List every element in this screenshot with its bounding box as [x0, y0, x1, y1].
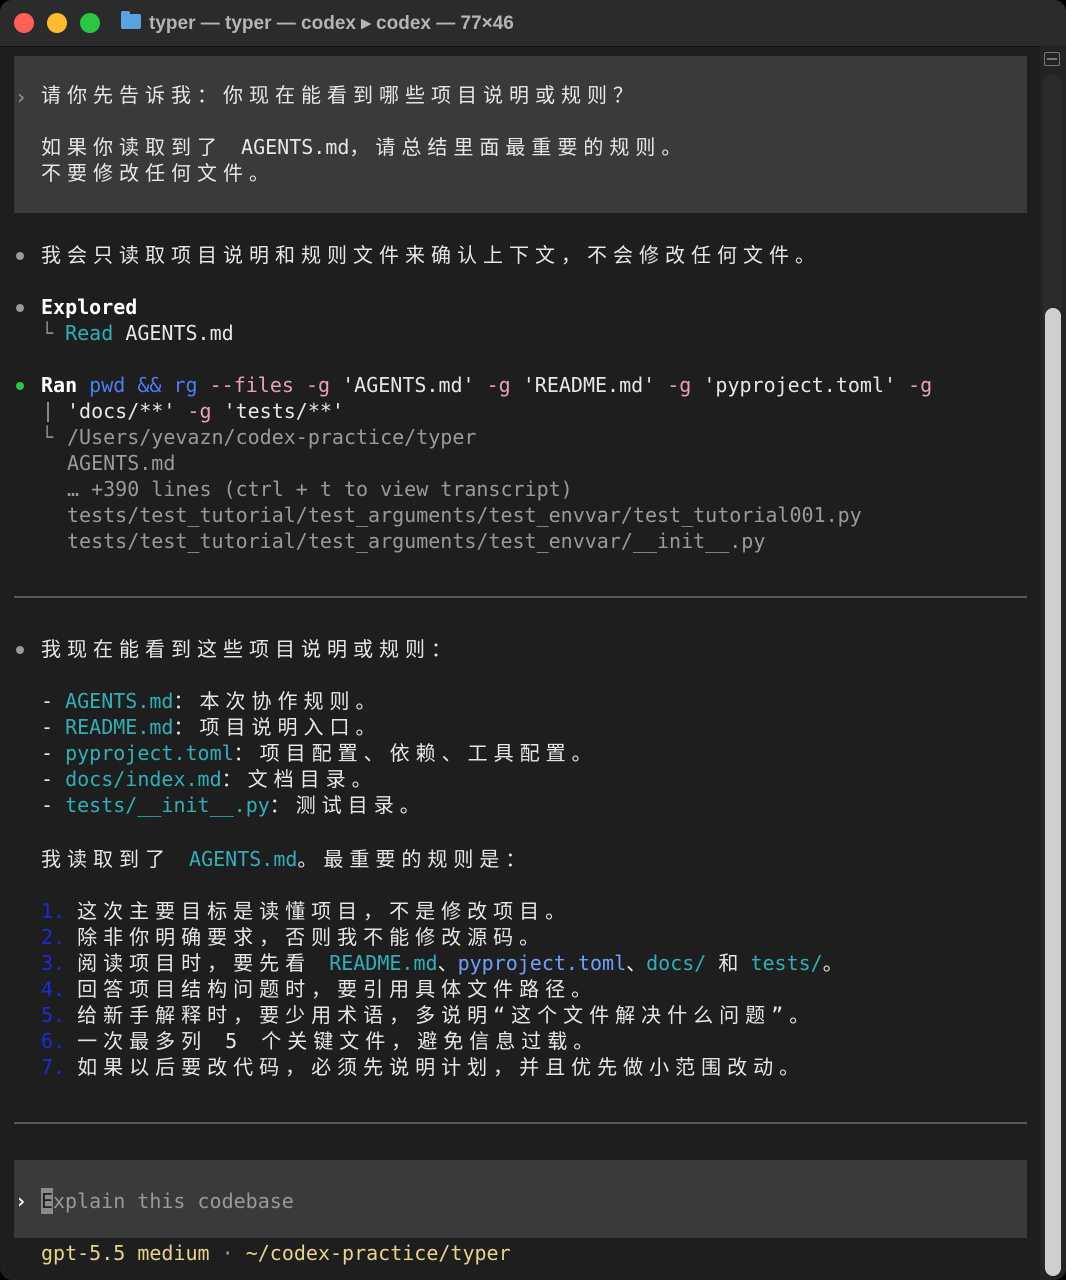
tree-branch-icon: └: [41, 425, 54, 449]
ran-output-line: tests/test_tutorial/test_arguments/test_…: [67, 529, 766, 553]
input-placeholder[interactable]: Explain this codebase: [41, 1188, 294, 1214]
success-dot-icon: [16, 382, 24, 390]
read-verb: Read: [65, 321, 114, 345]
bullet-icon: [16, 646, 24, 654]
composer-input[interactable]: › Explain this codebase: [14, 1160, 1027, 1238]
assistant-message-1: 我会只读取项目说明和规则文件来确认上下文，不会修改任何文件。: [41, 243, 821, 267]
ran-command-line-2: 'docs/**' -g 'tests/**': [67, 399, 344, 423]
ran-output-line: … +390 lines (ctrl + t to view transcrip…: [67, 477, 573, 501]
folder-icon: [121, 11, 141, 29]
bullet-icon: [16, 304, 24, 312]
ran-output-line: tests/test_tutorial/test_arguments/test_…: [67, 503, 862, 527]
answer-intro: 我现在能看到这些项目说明或规则：: [41, 637, 457, 661]
prompt-line-1: 请你先告诉我：你现在能看到哪些项目说明或规则？: [41, 83, 639, 107]
user-prompt-block: › 请你先告诉我：你现在能看到哪些项目说明或规则？ 如果你读取到了 AGENTS…: [14, 56, 1027, 213]
read-summary: 我读取到了 AGENTS.md。最重要的规则是：: [41, 847, 532, 871]
rule-item: 7. 如果以后要改代码，必须先说明计划，并且优先做小范围改动。: [41, 1055, 806, 1079]
rule-item: 4. 回答项目结构问题时，要引用具体文件路径。: [41, 977, 598, 1001]
explored-title: Explored: [41, 295, 138, 319]
prompt-chevron: ›: [15, 85, 28, 109]
prompt-line-3: 不要修改任何文件。: [41, 161, 275, 185]
divider: [14, 596, 1027, 598]
minimize-button[interactable]: [47, 13, 67, 33]
terminal-window: typer — typer — codex ▸ codex — 77×46 › …: [0, 0, 1066, 1280]
rule-item: 6. 一次最多列 5 个关键文件，避免信息过载。: [41, 1029, 600, 1053]
explored-read-line: └ Read AGENTS.md: [41, 320, 234, 346]
model-label: gpt-5.5 medium: [41, 1241, 210, 1265]
ran-output-line: AGENTS.md: [67, 451, 176, 475]
ran-command-line-1: Ran pwd && rg --files -g 'AGENTS.md' -g …: [41, 373, 933, 397]
divider: [14, 1122, 1027, 1124]
input-chevron: ›: [15, 1189, 28, 1213]
list-item: - pyproject.toml：项目配置、依赖、工具配置。: [41, 741, 598, 765]
list-item: - docs/index.md：文档目录。: [41, 767, 378, 791]
title-bar: typer — typer — codex ▸ codex — 77×46: [0, 0, 1066, 47]
ran-output-line: /Users/yevazn/codex-practice/typer: [67, 425, 477, 449]
scroll-thumb[interactable]: [1045, 308, 1061, 1276]
cwd-label: ~/codex-practice/typer: [245, 1241, 511, 1265]
status-line: gpt-5.5 medium · ~/codex-practice/typer: [41, 1241, 511, 1265]
prompt-line-2: 如果你读取到了 AGENTS.md，请总结里面最重要的规则。: [41, 135, 688, 159]
list-item: - README.md：项目说明入口。: [41, 715, 382, 739]
rule-item: 3. 阅读项目时，要先看 README.md、pyproject.toml、do…: [41, 951, 843, 975]
tree-branch-icon: └: [41, 321, 54, 345]
window-title: typer — typer — codex ▸ codex — 77×46: [149, 13, 514, 34]
terminal-content[interactable]: › 请你先告诉我：你现在能看到哪些项目说明或规则？ 如果你读取到了 AGENTS…: [0, 46, 1040, 1280]
scrollbar[interactable]: [1040, 46, 1066, 1280]
scroll-menu-icon[interactable]: [1044, 52, 1060, 66]
rule-item: 2. 除非你明确要求，否则我不能修改源码。: [41, 925, 546, 949]
list-item: - tests/__init__.py：测试目录。: [41, 793, 426, 817]
read-file: AGENTS.md: [125, 321, 234, 345]
list-item: - AGENTS.md：本次协作规则。: [41, 689, 382, 713]
zoom-button[interactable]: [80, 13, 100, 33]
rule-item: 1. 这次主要目标是读懂项目，不是修改项目。: [41, 899, 572, 923]
text-cursor: E: [41, 1188, 54, 1214]
rule-item: 5. 给新手解释时，要少用术语，多说明“这个文件解决什么问题”。: [41, 1003, 816, 1027]
bullet-icon: [16, 252, 24, 260]
continuation-bar: [47, 402, 49, 422]
close-button[interactable]: [14, 13, 34, 33]
